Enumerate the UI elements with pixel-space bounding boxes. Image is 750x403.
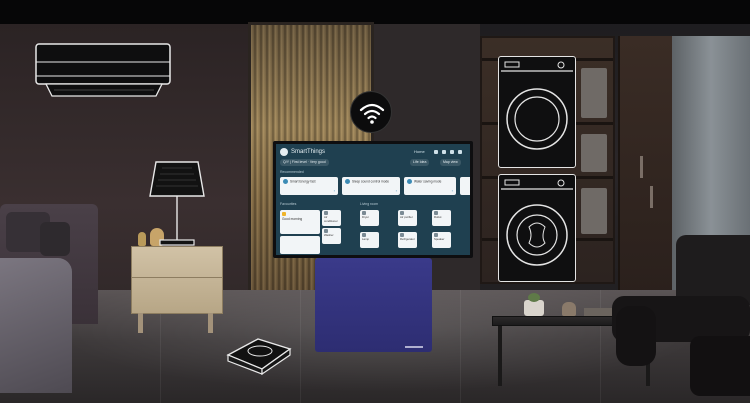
device-card-label: Robot [434,215,442,219]
smartthings-header: SmartThings Home [280,147,468,159]
home-selector[interactable]: Home [414,147,425,157]
pillow [40,222,70,256]
tv-stand [315,258,432,352]
wardrobe-cabinet [618,36,672,298]
favourites-title: Favourites [280,202,297,206]
device-card-label: Dryer [362,215,369,219]
tv-brand-mark [405,346,423,348]
nightstand [131,246,223,314]
sofa-arm [616,306,656,366]
table-leg [498,326,502,386]
device-card[interactable]: Robot [432,210,451,226]
sofa-back [676,235,750,305]
device-card-label: Air purifier [400,215,413,219]
device-card[interactable]: Refrigerator [398,232,417,248]
wifi-icon [359,103,385,124]
life-chip[interactable]: Life Idea [410,159,430,166]
recommended-card[interactable]: Smart Energy fast › [280,177,338,195]
floor-seam [300,290,301,403]
washer-icon [498,56,576,168]
dryer-drawing [501,179,573,266]
recommended-card-title: Sleep sound control mode [352,179,390,184]
add-icon[interactable] [434,150,438,154]
device-card-label: Air conditioner [324,215,338,223]
recommended-card-title: Smart Energy fast [290,179,316,184]
robot-vacuum-icon [226,338,292,375]
device-card[interactable]: Washer [322,228,341,244]
washer-drawing [501,61,573,150]
device-card[interactable]: Air conditioner [322,210,341,226]
nightstand-leg [208,313,213,333]
favourite-scene-card[interactable] [280,236,320,254]
smart-tv-screen: SmartThings Home Q/Y | First level · Ver… [273,141,473,258]
bed [0,258,72,393]
device-card-label: Lamp [362,237,369,241]
cabinet-handle [640,156,643,178]
diffuser-bottle [562,302,576,316]
sleep-icon [345,179,350,184]
ceiling [0,0,750,24]
cabinet-handle [650,186,653,208]
floor-seam [460,290,461,403]
floor-seam [600,290,601,403]
recommended-card-partial[interactable] [460,177,470,195]
favourite-scene-title: Good morning [282,217,303,221]
smart-home-scene: SmartThings Home Q/Y | First level · Ver… [0,0,750,403]
living-room-title: Living room [360,202,379,206]
plant-pot [524,300,544,316]
notification-icon[interactable] [450,150,454,154]
sofa-ottoman [690,336,750,396]
energy-icon [283,179,288,184]
device-card-label: Refrigerator [400,237,415,241]
lamp-icon [149,161,205,246]
sun-icon [282,212,286,216]
device-card-label: Speaker [434,237,445,241]
arrow-right-icon: › [451,188,453,193]
decor-vase [138,232,146,246]
arrow-right-icon: › [395,188,397,193]
nightstand-leg [138,313,143,333]
arrow-right-icon: › [333,188,335,193]
recommended-card-title: Water saving mode [414,179,442,184]
recommended-card[interactable]: Sleep sound control mode › [342,177,400,195]
smartthings-logo-icon [280,148,288,156]
towel-stack [581,134,607,172]
plant [528,293,540,302]
air-conditioner-icon [35,43,171,97]
map-chip[interactable]: Map view [440,159,461,166]
location-chip[interactable]: Q/Y | First level · Very good [280,159,329,166]
drawer-line [132,277,222,278]
smartthings-title: SmartThings [291,149,326,155]
device-card[interactable]: Air purifier [398,210,417,226]
device-card[interactable]: Dryer [360,210,379,226]
water-icon [407,179,412,184]
wifi-badge [350,91,392,133]
device-card[interactable]: Lamp [360,232,379,248]
recommended-title: Recommended [280,170,304,174]
recommended-card[interactable]: Water saving mode › [404,177,456,195]
device-card[interactable]: Speaker [432,232,451,248]
dryer-icon [498,174,576,282]
status-row: Q/Y | First level · Very good Life Idea … [280,159,468,167]
search-icon[interactable] [442,150,446,154]
device-card-label: Washer [324,233,334,237]
towel-stack [581,188,607,234]
favourite-scene-card[interactable]: Good morning [280,210,320,234]
menu-icon[interactable] [458,150,462,154]
towel-stack [581,68,607,118]
